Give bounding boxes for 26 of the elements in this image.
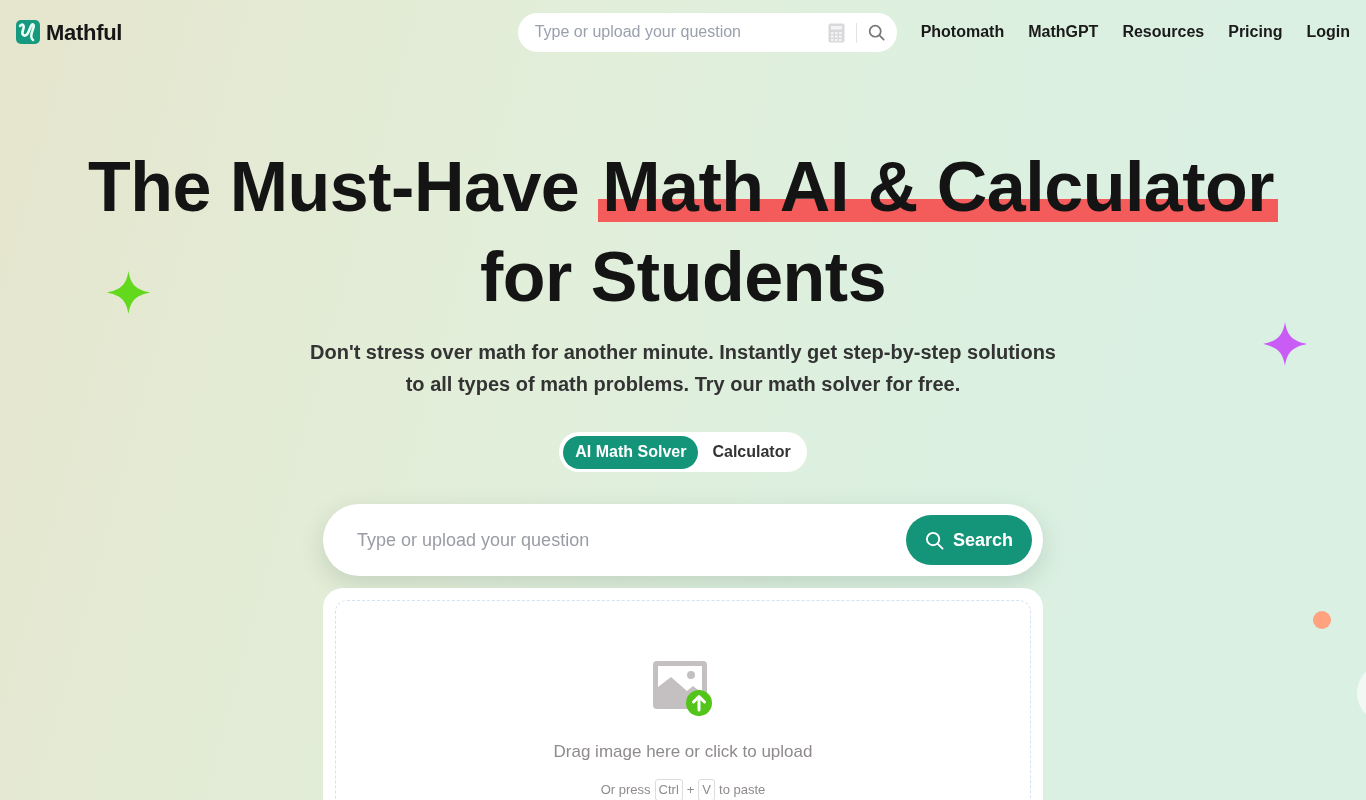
hint-text: Or press	[600, 780, 651, 799]
hint-text: to paste	[719, 780, 766, 799]
key-cap: Ctrl	[654, 778, 683, 800]
mode-tab[interactable]: Calculator	[700, 435, 803, 469]
dot-decoration	[1313, 611, 1331, 629]
image-upload-icon	[653, 661, 713, 717]
nav-link[interactable]: Login	[1306, 20, 1350, 44]
search-button[interactable]: Search	[905, 515, 1032, 565]
search-icon[interactable]	[867, 24, 885, 41]
nav-link[interactable]: Photomath	[920, 20, 1005, 44]
upload-dropzone[interactable]: Drag image here or click to upload Or press Ctrl + V to paste	[335, 600, 1031, 800]
nav-link[interactable]: Resources	[1122, 20, 1205, 44]
brand-name[interactable]: Mathful	[46, 15, 123, 49]
search-field[interactable]: Type or upload your question	[517, 12, 897, 52]
mode-tab[interactable]: AI Math Solver	[563, 435, 699, 469]
search-icon	[924, 530, 944, 550]
sparkle-icon	[1263, 322, 1307, 366]
subtitle: Don't stress over math for another minute. Instantly get step-by-step solutions to all types of math problems. Try our math solver for free.	[309, 340, 1057, 397]
sparkle-icon	[107, 271, 150, 314]
key-cap: V	[698, 778, 716, 800]
upload-prompt: Drag image here or click to upload	[553, 741, 813, 763]
question-field[interactable]: Type or upload your question Search	[323, 504, 1043, 576]
logo-icon	[16, 20, 40, 44]
nav-link[interactable]: MathGPT	[1028, 20, 1099, 44]
nav-link[interactable]: Pricing	[1228, 20, 1283, 44]
hint-text: +	[686, 780, 695, 799]
